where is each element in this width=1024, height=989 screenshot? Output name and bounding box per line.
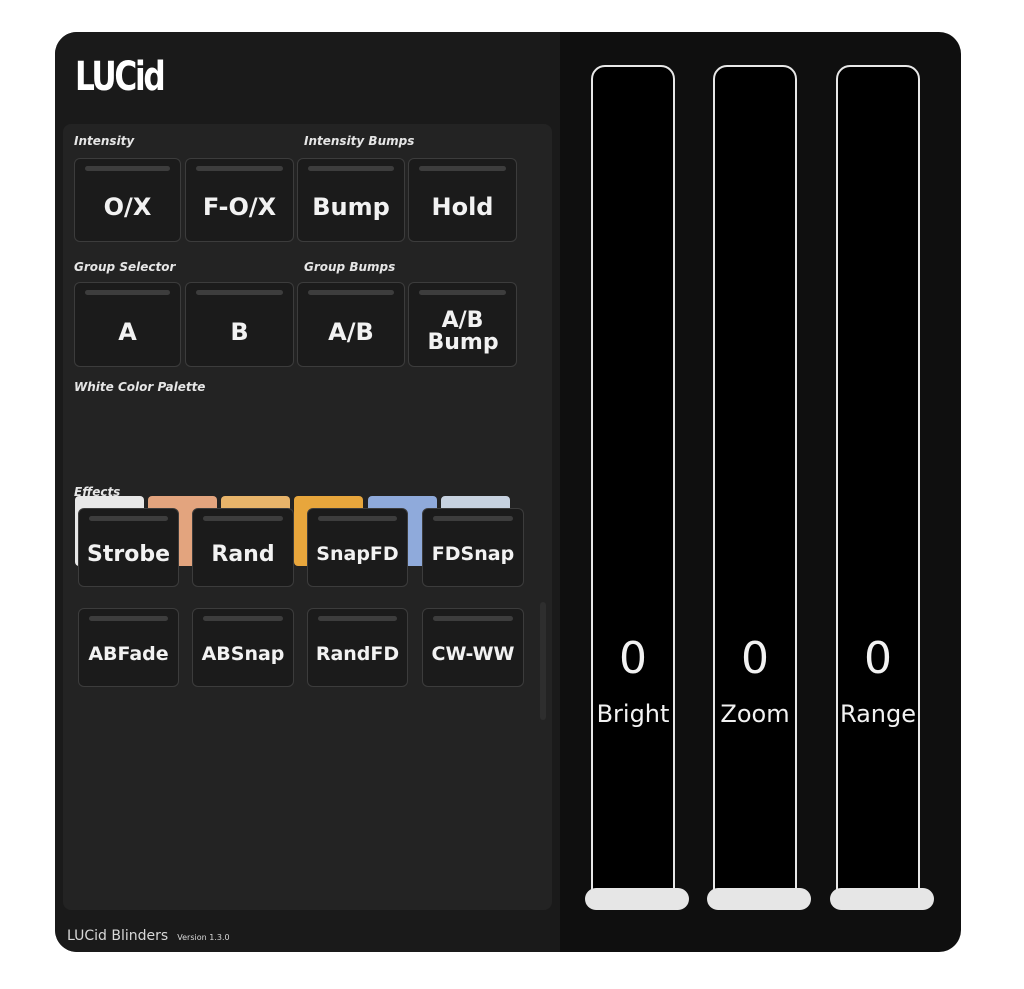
effects-label: Effects [74, 485, 121, 499]
bright-value: 0 [619, 633, 647, 684]
group-bumps-label: Group Bumps [304, 260, 396, 274]
button-indicator [433, 616, 513, 621]
ab-button[interactable]: A/B [297, 282, 405, 367]
app-name: LUCid Blinders [67, 928, 169, 944]
absnap-button[interactable]: ABSnap [192, 608, 294, 687]
randfd-button[interactable]: RandFD [307, 608, 408, 687]
f-ox-button-label: F-O/X [202, 193, 277, 221]
strobe-button-label: Strobe [87, 541, 170, 567]
effects-scrollbar[interactable] [540, 602, 546, 720]
button-indicator [203, 616, 283, 621]
button-indicator [203, 516, 283, 521]
button-indicator [308, 166, 394, 171]
zoom-fader[interactable]: 0 Zoom [713, 65, 797, 905]
button-indicator [196, 290, 283, 295]
bright-fader[interactable]: 0 Bright [591, 65, 675, 905]
group-selector-label: Group Selector [74, 260, 176, 274]
controls-area: Intensity Intensity Bumps O/X F-O/X Bump… [63, 124, 552, 910]
button-indicator [85, 290, 170, 295]
white-color-palette-label: White Color Palette [74, 380, 206, 394]
cw-ww-button[interactable]: CW-WW [422, 608, 524, 687]
ab-button-label: A/B [328, 317, 374, 346]
hold-button-label: Hold [431, 193, 494, 221]
abfade-button[interactable]: ABFade [78, 608, 179, 687]
absnap-button-label: ABSnap [201, 643, 285, 665]
button-indicator [85, 166, 170, 171]
group-b-button-label: B [230, 317, 249, 346]
bright-label: Bright [596, 700, 670, 728]
abfade-button-label: ABFade [88, 643, 169, 665]
button-indicator [318, 516, 397, 521]
zoom-label: Zoom [720, 700, 790, 728]
group-b-button[interactable]: B [185, 282, 294, 367]
range-fader[interactable]: 0 Range [836, 65, 920, 905]
range-value: 0 [864, 633, 892, 684]
fader-column: 0 Bright 0 Zoom 0 Range [560, 32, 961, 952]
randfd-button-label: RandFD [315, 643, 400, 665]
rand-button-label: Rand [211, 541, 275, 567]
lucid-logo: LUCid [75, 54, 166, 100]
zoom-value: 0 [741, 633, 769, 684]
ab-bump-button-label: A/B Bump [427, 307, 499, 355]
bump-button-label: Bump [312, 193, 390, 221]
button-indicator [308, 290, 394, 295]
f-ox-button[interactable]: F-O/X [185, 158, 294, 242]
ab-bump-button[interactable]: A/B Bump [408, 282, 517, 367]
lucid-blinders-panel: LUCid Intensity Intensity Bumps O/X F-O/… [55, 32, 961, 952]
fdsnap-button[interactable]: FDSnap [422, 508, 524, 587]
fdsnap-button-label: FDSnap [431, 543, 515, 565]
snapfd-button[interactable]: SnapFD [307, 508, 408, 587]
button-indicator [196, 166, 283, 171]
rand-button[interactable]: Rand [192, 508, 294, 587]
group-a-button[interactable]: A [74, 282, 181, 367]
button-indicator [89, 616, 168, 621]
range-label: Range [839, 700, 917, 728]
zoom-fader-handle[interactable] [707, 888, 811, 910]
button-indicator [89, 516, 168, 521]
intensity-label: Intensity [74, 134, 135, 148]
range-fader-handle[interactable] [830, 888, 934, 910]
ox-button-label: O/X [103, 193, 152, 221]
ox-button[interactable]: O/X [74, 158, 181, 242]
group-a-button-label: A [118, 317, 137, 346]
button-indicator [419, 166, 506, 171]
snapfd-button-label: SnapFD [316, 543, 399, 565]
strobe-button[interactable]: Strobe [78, 508, 179, 587]
bright-fader-handle[interactable] [585, 888, 689, 910]
control-column: LUCid Intensity Intensity Bumps O/X F-O/… [55, 32, 560, 952]
button-indicator [318, 616, 397, 621]
cw-ww-button-label: CW-WW [431, 643, 515, 665]
bump-button[interactable]: Bump [297, 158, 405, 242]
app-version: Version 1.3.0 [177, 933, 230, 942]
button-indicator [419, 290, 506, 295]
intensity-bumps-label: Intensity Bumps [304, 134, 415, 148]
button-indicator [433, 516, 513, 521]
hold-button[interactable]: Hold [408, 158, 517, 242]
footer: LUCid Blinders Version 1.3.0 [67, 925, 230, 944]
